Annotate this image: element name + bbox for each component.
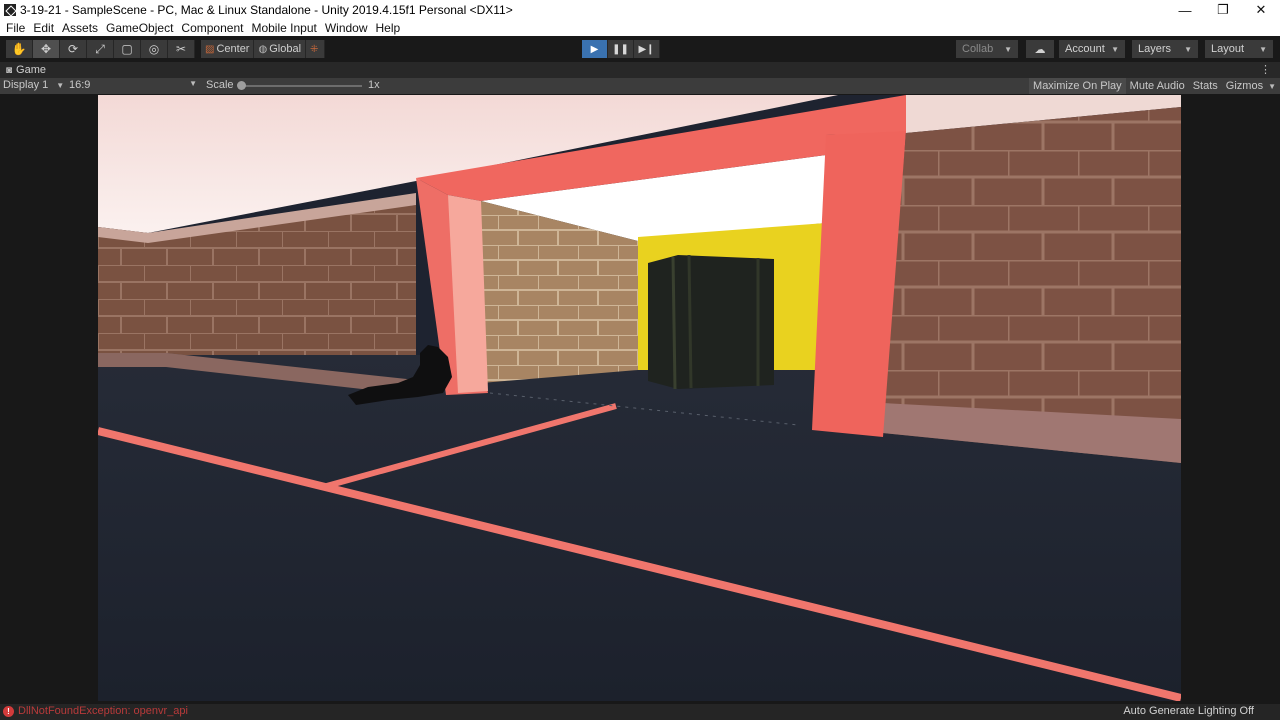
scale-slider-thumb[interactable] xyxy=(237,81,246,90)
gizmos-dropdown[interactable]: Gizmos ▼ xyxy=(1222,78,1280,94)
menu-component[interactable]: Component xyxy=(177,21,247,35)
gamepad-icon: ◙ xyxy=(6,64,13,76)
menu-gameobject[interactable]: GameObject xyxy=(102,21,177,35)
tab-game-label: Game xyxy=(16,64,47,76)
pause-icon[interactable]: ❚❚ xyxy=(608,40,634,58)
chevron-down-icon: ▼ xyxy=(56,80,65,90)
layers-dropdown[interactable]: Layers ▼ xyxy=(1132,40,1198,58)
menu-mobile-input[interactable]: Mobile Input xyxy=(247,21,320,35)
crate-edge xyxy=(687,254,693,389)
step-icon[interactable]: ▶❙ xyxy=(634,40,660,58)
cloud-button[interactable]: ☁ xyxy=(1026,40,1054,58)
aspect-label: 16:9 xyxy=(69,79,91,91)
error-icon: ! xyxy=(3,705,14,717)
crate-edge xyxy=(671,256,677,390)
game-tab-bar: ◙ Game ⋮ xyxy=(0,62,1280,78)
pivot-icon: ▨ xyxy=(205,43,215,55)
account-label: Account xyxy=(1065,43,1105,55)
play-icon[interactable]: ▶ xyxy=(582,40,608,58)
aspect-dropdown[interactable]: 16:9 ▼ xyxy=(69,79,197,91)
rotate-tool-icon[interactable]: ⟳ xyxy=(60,40,87,58)
chevron-down-icon: ▼ xyxy=(1004,44,1012,54)
globe-icon: ◍ xyxy=(258,43,268,55)
window-controls: — ❐ ✕ xyxy=(1166,0,1280,20)
chevron-down-icon: ▼ xyxy=(1268,81,1276,91)
chevron-down-icon: ▼ xyxy=(189,79,197,88)
main-toolbar: ✋ ✥ ⟳ ⤢ ▢ ◎ ✂ ▨ Center ◍ Global ⁜ ▶ ❚❚ ▶… xyxy=(0,36,1280,62)
rect-tool-icon[interactable]: ▢ xyxy=(114,40,141,58)
minimize-button[interactable]: — xyxy=(1166,0,1204,20)
chevron-down-icon: ▼ xyxy=(1184,44,1192,54)
lighting-status[interactable]: Auto Generate Lighting Off xyxy=(1123,705,1254,717)
mute-audio-toggle[interactable]: Mute Audio xyxy=(1126,78,1189,94)
unity-logo-icon xyxy=(4,4,16,16)
game-viewport[interactable] xyxy=(98,95,1181,701)
panel-menu-icon[interactable]: ⋮ xyxy=(1260,63,1271,76)
maximize-on-play-toggle[interactable]: Maximize On Play xyxy=(1029,78,1126,94)
menu-edit[interactable]: Edit xyxy=(29,21,58,35)
grid-snap-icon: ⁜ xyxy=(310,43,319,55)
display-label: Display 1 xyxy=(3,79,49,91)
dark-crate xyxy=(648,255,774,389)
play-controls: ▶ ❚❚ ▶❙ xyxy=(582,40,660,58)
menu-window[interactable]: Window xyxy=(321,21,372,35)
chevron-down-icon: ▼ xyxy=(1259,44,1267,54)
stats-toggle[interactable]: Stats xyxy=(1189,78,1222,94)
scale-value: 1x xyxy=(368,79,380,91)
layout-label: Layout xyxy=(1211,43,1245,55)
pivot-label: Center xyxy=(216,43,250,55)
status-bar: ! DllNotFoundException: openvr_api Auto … xyxy=(0,704,1280,720)
scale-label: Scale xyxy=(206,79,234,91)
pivot-toggles: ▨ Center ◍ Global ⁜ xyxy=(201,40,326,58)
account-dropdown[interactable]: Account ▼ xyxy=(1059,40,1125,58)
menu-help[interactable]: Help xyxy=(372,21,405,35)
collab-label: Collab xyxy=(962,43,994,55)
menu-bar: File Edit Assets GameObject Component Mo… xyxy=(0,20,1280,36)
gizmos-label: Gizmos xyxy=(1225,80,1264,92)
hand-tool-icon[interactable]: ✋ xyxy=(6,40,33,58)
title-bar: 3-19-21 - SampleScene - PC, Mac & Linux … xyxy=(0,0,1280,20)
cloud-icon: ☁ xyxy=(1034,43,1046,56)
scale-tool-icon[interactable]: ⤢ xyxy=(87,40,114,58)
collab-button[interactable]: Collab ▼ xyxy=(956,40,1018,58)
restore-button[interactable]: ❐ xyxy=(1204,0,1242,20)
transform-tool-icon[interactable]: ◎ xyxy=(141,40,168,58)
transform-tools: ✋ ✥ ⟳ ⤢ ▢ ◎ ✂ xyxy=(6,40,195,58)
display-dropdown[interactable]: Display 1 ▼ xyxy=(3,79,64,91)
window-title: 3-19-21 - SampleScene - PC, Mac & Linux … xyxy=(20,3,513,17)
pivot-center-button[interactable]: ▨ Center xyxy=(201,40,255,58)
tab-game[interactable]: ◙ Game xyxy=(0,64,46,76)
handle-label: Global xyxy=(269,43,302,55)
handle-global-button[interactable]: ◍ Global xyxy=(254,40,307,58)
custom-tool-icon[interactable]: ✂ xyxy=(168,40,195,58)
layout-dropdown[interactable]: Layout ▼ xyxy=(1205,40,1273,58)
game-view-toggles: Maximize On Play Mute Audio Stats Gizmos… xyxy=(1029,78,1280,94)
chevron-down-icon: ▼ xyxy=(1111,44,1119,54)
close-button[interactable]: ✕ xyxy=(1242,0,1280,20)
layers-label: Layers xyxy=(1138,43,1172,55)
game-view-controls: Display 1 ▼ 16:9 ▼ Scale 1x Maximize On … xyxy=(0,78,1280,94)
grid-snap-button[interactable]: ⁜ xyxy=(306,40,326,58)
menu-file[interactable]: File xyxy=(2,21,29,35)
game-scene-render xyxy=(98,95,1181,701)
console-error-message[interactable]: ! DllNotFoundException: openvr_api xyxy=(3,705,188,717)
move-tool-icon[interactable]: ✥ xyxy=(33,40,60,58)
scale-slider-track[interactable] xyxy=(240,85,362,87)
error-text: DllNotFoundException: openvr_api xyxy=(18,705,188,717)
menu-assets[interactable]: Assets xyxy=(58,21,102,35)
